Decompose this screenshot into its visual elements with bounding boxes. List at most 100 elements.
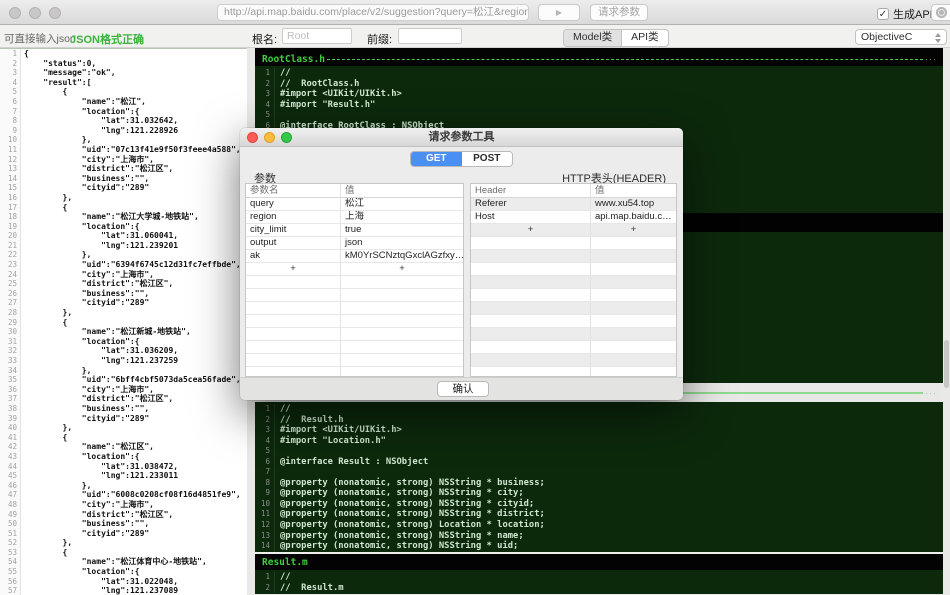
table-row[interactable]: city_limittrue bbox=[246, 224, 463, 237]
line-number: 4 bbox=[0, 78, 21, 88]
table-row[interactable]: ++ bbox=[246, 263, 463, 276]
zoom-window-icon[interactable] bbox=[49, 7, 61, 19]
line-text: { bbox=[21, 433, 67, 443]
json-line: 7 "location":{ bbox=[0, 107, 247, 117]
close-icon[interactable] bbox=[247, 132, 258, 143]
line-text: "name":"松江体育中心-地铁站", bbox=[21, 557, 207, 567]
line-number: 32 bbox=[0, 346, 21, 356]
language-select[interactable]: ObjectiveC bbox=[855, 29, 947, 45]
settings-button[interactable] bbox=[931, 4, 950, 21]
table-cell[interactable]: ak bbox=[246, 250, 341, 262]
table-cell[interactable]: Host bbox=[471, 211, 591, 223]
table-cell[interactable]: true bbox=[341, 224, 463, 236]
json-line: 50 "business":"", bbox=[0, 519, 247, 529]
json-line: 24 "city":"上海市", bbox=[0, 270, 247, 280]
table-row[interactable]: ++ bbox=[471, 224, 676, 237]
table-cell[interactable]: + bbox=[341, 263, 463, 275]
table-cell[interactable]: + bbox=[591, 224, 676, 236]
close-window-icon[interactable] bbox=[9, 7, 21, 19]
table-cell bbox=[591, 237, 676, 249]
json-line: 27 "cityid":"289" bbox=[0, 298, 247, 308]
line-text: #import "Location.h" bbox=[275, 436, 386, 447]
line-text: "name":"松江区", bbox=[21, 442, 154, 452]
table-cell[interactable]: region bbox=[246, 211, 341, 223]
line-text: "district":"松江区", bbox=[21, 164, 173, 174]
table-cell[interactable]: + bbox=[471, 224, 591, 236]
root-name-input[interactable] bbox=[282, 28, 352, 44]
json-source-editor[interactable]: 1{2 "status":0,3 "message":"ok",4 "resul… bbox=[0, 48, 247, 595]
json-line: 44 "lat":31.038472, bbox=[0, 462, 247, 472]
run-request-button[interactable]: ▶ bbox=[538, 4, 580, 21]
table-cell[interactable]: + bbox=[246, 263, 341, 275]
line-text: "lng":121.237259 bbox=[21, 356, 178, 366]
prefix-input[interactable] bbox=[398, 28, 462, 44]
section-divider-dots: ··· bbox=[923, 388, 937, 398]
table-cell[interactable]: 松江 bbox=[341, 198, 463, 210]
line-number: 10 bbox=[0, 135, 21, 145]
line-number: 51 bbox=[0, 529, 21, 539]
table-cell bbox=[591, 328, 676, 340]
table-cell bbox=[246, 302, 341, 314]
table-cell[interactable]: kM0YrSCNztqGxclAGzfxy… bbox=[341, 250, 463, 262]
table-cell[interactable]: www.xu54.top bbox=[591, 198, 676, 210]
table-cell[interactable]: query bbox=[246, 198, 341, 210]
code-line: 3#import <UIKit/UIKit.h> bbox=[255, 89, 943, 100]
tab-get[interactable]: GET bbox=[411, 152, 462, 166]
line-number: 2 bbox=[255, 79, 275, 90]
line-text: }, bbox=[21, 193, 72, 203]
table-cell bbox=[591, 276, 676, 288]
section-header-rootclass-h: RootClass.h ··· bbox=[255, 52, 943, 66]
tab-post[interactable]: POST bbox=[462, 152, 513, 166]
minimize-icon[interactable] bbox=[264, 132, 275, 143]
line-number: 11 bbox=[0, 145, 21, 155]
table-row bbox=[471, 237, 676, 250]
json-line: 19 "location":{ bbox=[0, 222, 247, 232]
table-cell[interactable]: city_limit bbox=[246, 224, 341, 236]
minimize-window-icon[interactable] bbox=[29, 7, 41, 19]
request-params-button[interactable]: 请求参数 bbox=[590, 4, 648, 21]
table-cell[interactable]: Referer bbox=[471, 198, 591, 210]
line-number: 23 bbox=[0, 260, 21, 270]
code-block-result-h[interactable]: 1//2// Result.h3#import <UIKit/UIKit.h>4… bbox=[255, 402, 943, 552]
table-row[interactable]: akkM0YrSCNztqGxclAGzfxy… bbox=[246, 250, 463, 263]
line-number: 50 bbox=[0, 519, 21, 529]
scrollbar-thumb[interactable] bbox=[944, 340, 949, 388]
tab-model-class[interactable]: Model类 bbox=[564, 30, 622, 46]
table-row[interactable]: Hostapi.map.baidu.c… bbox=[471, 211, 676, 224]
line-text: { bbox=[21, 318, 67, 328]
table-cell bbox=[341, 289, 463, 301]
code-line: 4#import "Result.h" bbox=[255, 100, 943, 111]
line-number: 49 bbox=[0, 510, 21, 520]
table-row[interactable]: Refererwww.xu54.top bbox=[471, 198, 676, 211]
json-line: 39 "cityid":"289" bbox=[0, 414, 247, 424]
confirm-button[interactable]: 确认 bbox=[437, 381, 489, 397]
table-row bbox=[471, 276, 676, 289]
table-cell[interactable]: 上海 bbox=[341, 211, 463, 223]
code-line: 6@interface Result : NSObject bbox=[255, 457, 943, 468]
table-cell[interactable]: json bbox=[341, 237, 463, 249]
line-number: 36 bbox=[0, 385, 21, 395]
table-row[interactable]: outputjson bbox=[246, 237, 463, 250]
json-line: 46 }, bbox=[0, 481, 247, 491]
url-input[interactable]: http://api.map.baidu.com/place/v2/sugges… bbox=[217, 4, 529, 21]
line-number: 27 bbox=[0, 298, 21, 308]
dialog-title: 请求参数工具 bbox=[429, 131, 495, 143]
line-number: 31 bbox=[0, 337, 21, 347]
code-block-result-m[interactable]: 1//2// Result.m bbox=[255, 570, 943, 594]
table-row[interactable]: query松江 bbox=[246, 198, 463, 211]
zoom-icon[interactable] bbox=[281, 132, 292, 143]
generate-api-checkbox[interactable]: ✓ bbox=[877, 8, 889, 20]
line-text: }, bbox=[21, 481, 91, 491]
table-cell[interactable]: output bbox=[246, 237, 341, 249]
table-row[interactable]: region上海 bbox=[246, 211, 463, 224]
json-line: 11 "uid":"07c13f41e9f50f3feee4a588", bbox=[0, 145, 247, 155]
table-row bbox=[471, 315, 676, 328]
file-title: RootClass.h bbox=[262, 54, 325, 65]
headers-table[interactable]: Header值Refererwww.xu54.topHostapi.map.ba… bbox=[470, 183, 677, 377]
right-edge-strip bbox=[943, 48, 950, 594]
line-number: 1 bbox=[255, 68, 275, 79]
table-cell[interactable]: api.map.baidu.c… bbox=[591, 211, 676, 223]
line-text: { bbox=[21, 49, 29, 59]
tab-api-class[interactable]: API类 bbox=[622, 30, 667, 46]
params-table[interactable]: 参数名值query松江region上海city_limittrueoutputj… bbox=[245, 183, 464, 377]
